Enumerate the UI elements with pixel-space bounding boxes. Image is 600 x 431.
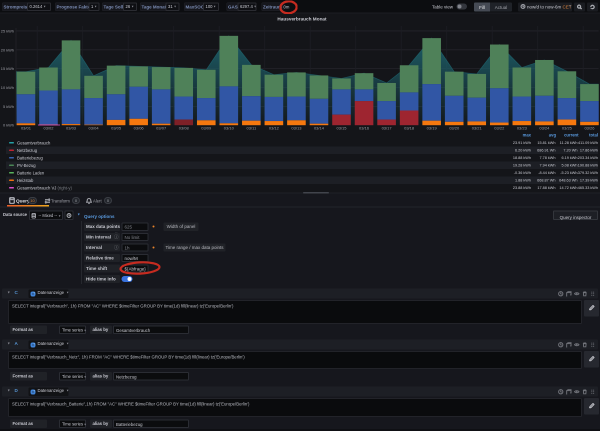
svg-text:03/05: 03/05	[111, 126, 122, 131]
svg-text:03/07: 03/07	[156, 126, 167, 131]
svg-text:03/03: 03/03	[66, 126, 77, 131]
svg-text:15 kWh: 15 kWh	[1, 66, 14, 71]
svg-text:03/14: 03/14	[314, 126, 325, 131]
svg-text:03/09: 03/09	[201, 126, 212, 131]
svg-text:20 kWh: 20 kWh	[1, 47, 14, 52]
svg-text:03/22: 03/22	[494, 126, 505, 131]
svg-text:5 kWh: 5 kWh	[3, 104, 14, 109]
svg-text:03/01: 03/01	[21, 126, 32, 131]
svg-text:03/10: 03/10	[224, 126, 235, 131]
svg-text:03/06: 03/06	[134, 126, 145, 131]
svg-text:10 kWh: 10 kWh	[1, 85, 14, 90]
svg-text:03/11: 03/11	[246, 126, 256, 131]
svg-text:25 kWh: 25 kWh	[1, 28, 14, 33]
svg-text:03/12: 03/12	[269, 126, 280, 131]
svg-text:Hausverbrauch Monat: Hausverbrauch Monat	[277, 16, 327, 21]
svg-text:03/21: 03/21	[472, 126, 483, 131]
svg-text:03/18: 03/18	[404, 126, 415, 131]
svg-text:03/25: 03/25	[562, 126, 573, 131]
svg-text:03/26: 03/26	[584, 126, 595, 131]
svg-text:03/20: 03/20	[449, 126, 460, 131]
svg-text:03/17: 03/17	[382, 126, 393, 131]
svg-text:03/23: 03/23	[517, 126, 528, 131]
svg-text:03/19: 03/19	[427, 126, 438, 131]
svg-text:03/24: 03/24	[539, 126, 550, 131]
svg-text:03/16: 03/16	[359, 126, 370, 131]
svg-text:03/13: 03/13	[291, 126, 302, 131]
svg-text:03/08: 03/08	[179, 126, 190, 131]
svg-text:03/02: 03/02	[43, 126, 54, 131]
svg-text:03/04: 03/04	[89, 126, 100, 131]
svg-text:0 kWh: 0 kWh	[3, 123, 14, 128]
svg-text:03/15: 03/15	[337, 126, 348, 131]
